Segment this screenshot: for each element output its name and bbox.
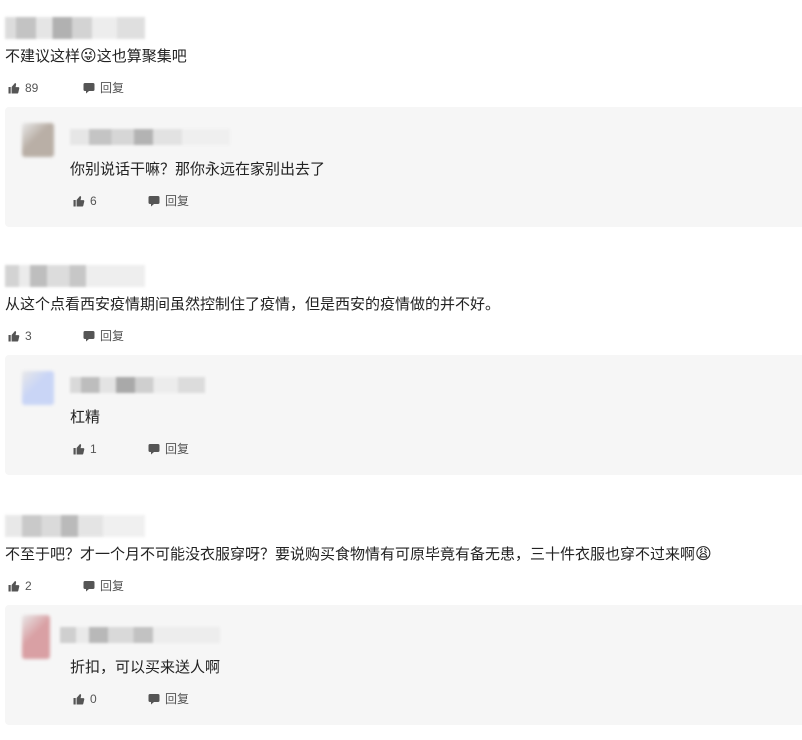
- reply-button[interactable]: 回复: [83, 578, 124, 594]
- like-button[interactable]: 3: [8, 328, 32, 344]
- reply-icon: [83, 83, 95, 94]
- like-button[interactable]: 6: [73, 193, 97, 209]
- like-count: 89: [25, 81, 39, 95]
- reply-button[interactable]: 回复: [83, 328, 124, 344]
- like-count: 3: [25, 329, 32, 343]
- username-blurred[interactable]: [70, 377, 205, 393]
- reply-button[interactable]: 回复: [148, 441, 189, 457]
- reply-button[interactable]: 回复: [83, 80, 124, 96]
- comment-text: 不至于吧？才一个月不可能没衣服穿呀？要说购买食物情有可原毕竟有备无患，三十件衣服…: [5, 545, 712, 565]
- reply-box: 杠精 1 回复: [5, 355, 802, 475]
- reply-icon: [148, 196, 160, 207]
- reply-box: 你别说话干嘛？那你永远在家别出去了 6 回复: [5, 107, 802, 227]
- reply-button[interactable]: 回复: [148, 193, 189, 209]
- comment-text-part: 这也算聚集吧: [96, 48, 187, 65]
- username-blurred[interactable]: [70, 129, 230, 145]
- username-blurred[interactable]: [5, 515, 145, 537]
- username-blurred[interactable]: [5, 265, 145, 287]
- thumbs-up-icon: [8, 83, 20, 94]
- reply-label: 回复: [100, 329, 125, 343]
- reply-button[interactable]: 回复: [148, 691, 189, 707]
- thumbs-up-icon: [8, 581, 20, 592]
- reply-text: 杠精: [70, 409, 101, 426]
- like-button[interactable]: 0: [73, 691, 97, 707]
- emoji: 😜: [80, 48, 97, 65]
- avatar[interactable]: [22, 615, 50, 659]
- username-blurred[interactable]: [5, 17, 145, 39]
- reply-icon: [148, 694, 160, 705]
- comment: 不建议这样😜这也算聚集吧 89 回复 你别说话干嘛？那你永远在家别出去了 6 回…: [0, 14, 802, 229]
- thumbs-up-icon: [8, 331, 20, 342]
- like-button[interactable]: 89: [8, 80, 38, 96]
- avatar[interactable]: [22, 371, 54, 405]
- reply-icon: [83, 581, 95, 592]
- comment-text-part: 从这个点看西安疫情期间虽然控制住了疫情，但是西安的疫情做的并不好。: [5, 296, 501, 313]
- thumbs-up-icon: [73, 444, 85, 455]
- reply-label: 回复: [100, 81, 125, 95]
- like-button[interactable]: 2: [8, 578, 32, 594]
- like-count: 6: [90, 194, 97, 208]
- comment-text: 不建议这样😜这也算聚集吧: [5, 47, 187, 67]
- reply-label: 回复: [165, 442, 190, 456]
- reply-label: 回复: [165, 692, 190, 706]
- emoji: 😩: [695, 546, 712, 563]
- reply-icon: [148, 444, 160, 455]
- comment: 不至于吧？才一个月不可能没衣服穿呀？要说购买食物情有可原毕竟有备无患，三十件衣服…: [0, 512, 802, 727]
- comment-text-part: 不建议这样: [5, 48, 81, 65]
- reply-label: 回复: [165, 194, 190, 208]
- comment-text: 从这个点看西安疫情期间虽然控制住了疫情，但是西安的疫情做的并不好。: [5, 295, 500, 315]
- reply-label: 回复: [100, 579, 125, 593]
- avatar[interactable]: [22, 123, 54, 157]
- reply-icon: [83, 331, 95, 342]
- like-count: 0: [90, 692, 97, 706]
- thumbs-up-icon: [73, 196, 85, 207]
- comment: 从这个点看西安疫情期间虽然控制住了疫情，但是西安的疫情做的并不好。 3 回复 杠…: [0, 262, 802, 477]
- comment-text-part: 不至于吧？才一个月不可能没衣服穿呀？要说购买食物情有可原毕竟有备无患，三十件衣服…: [5, 546, 696, 563]
- thumbs-up-icon: [73, 694, 85, 705]
- reply-box: 折扣，可以买来送人啊 0 回复: [5, 605, 802, 725]
- reply-text: 你别说话干嘛？那你永远在家别出去了: [70, 161, 326, 178]
- like-count: 2: [25, 579, 32, 593]
- like-count: 1: [90, 442, 97, 456]
- like-button[interactable]: 1: [73, 441, 97, 457]
- reply-text: 折扣，可以买来送人啊: [70, 659, 221, 676]
- username-blurred[interactable]: [60, 627, 220, 643]
